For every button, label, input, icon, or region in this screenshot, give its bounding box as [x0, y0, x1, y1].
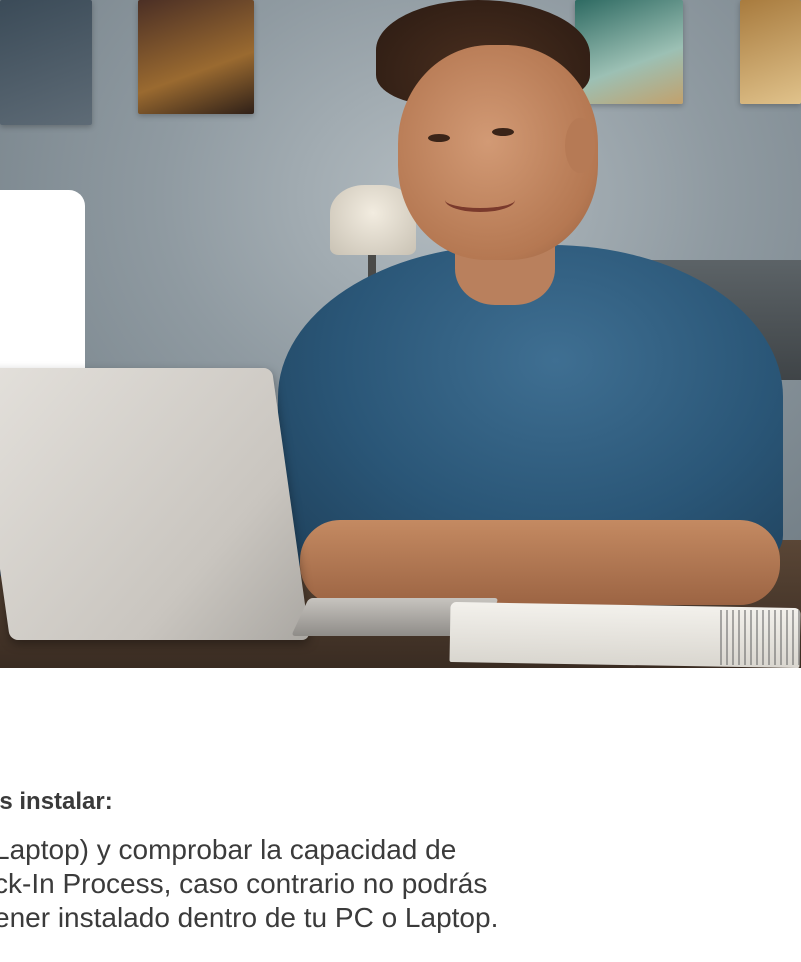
wall-poster: [138, 0, 254, 114]
instructions-paragraph: Laptop) y comprobar la capacidad de ck-I…: [0, 833, 795, 935]
notebook-spiral: [720, 610, 800, 665]
wall-poster: [0, 0, 92, 125]
paragraph-line: ck-In Process, caso contrario no podrás: [0, 868, 488, 899]
hero-image: [0, 0, 801, 668]
paragraph-line: ener instalado dentro de tu PC o Laptop.: [0, 902, 499, 933]
person-eye: [428, 134, 450, 142]
content-section: es instalar: Laptop) y comprobar la capa…: [0, 668, 801, 962]
person-arms: [300, 520, 780, 605]
person-smile: [445, 188, 515, 212]
person-eye: [492, 128, 514, 136]
paragraph-line: Laptop) y comprobar la capacidad de: [0, 834, 457, 865]
section-heading: es instalar:: [0, 788, 113, 815]
wall-poster: [740, 0, 801, 104]
wall-poster: [575, 0, 683, 104]
person-ear: [565, 118, 595, 173]
page: es instalar: Laptop) y comprobar la capa…: [0, 0, 801, 962]
laptop-screen: [0, 368, 311, 640]
